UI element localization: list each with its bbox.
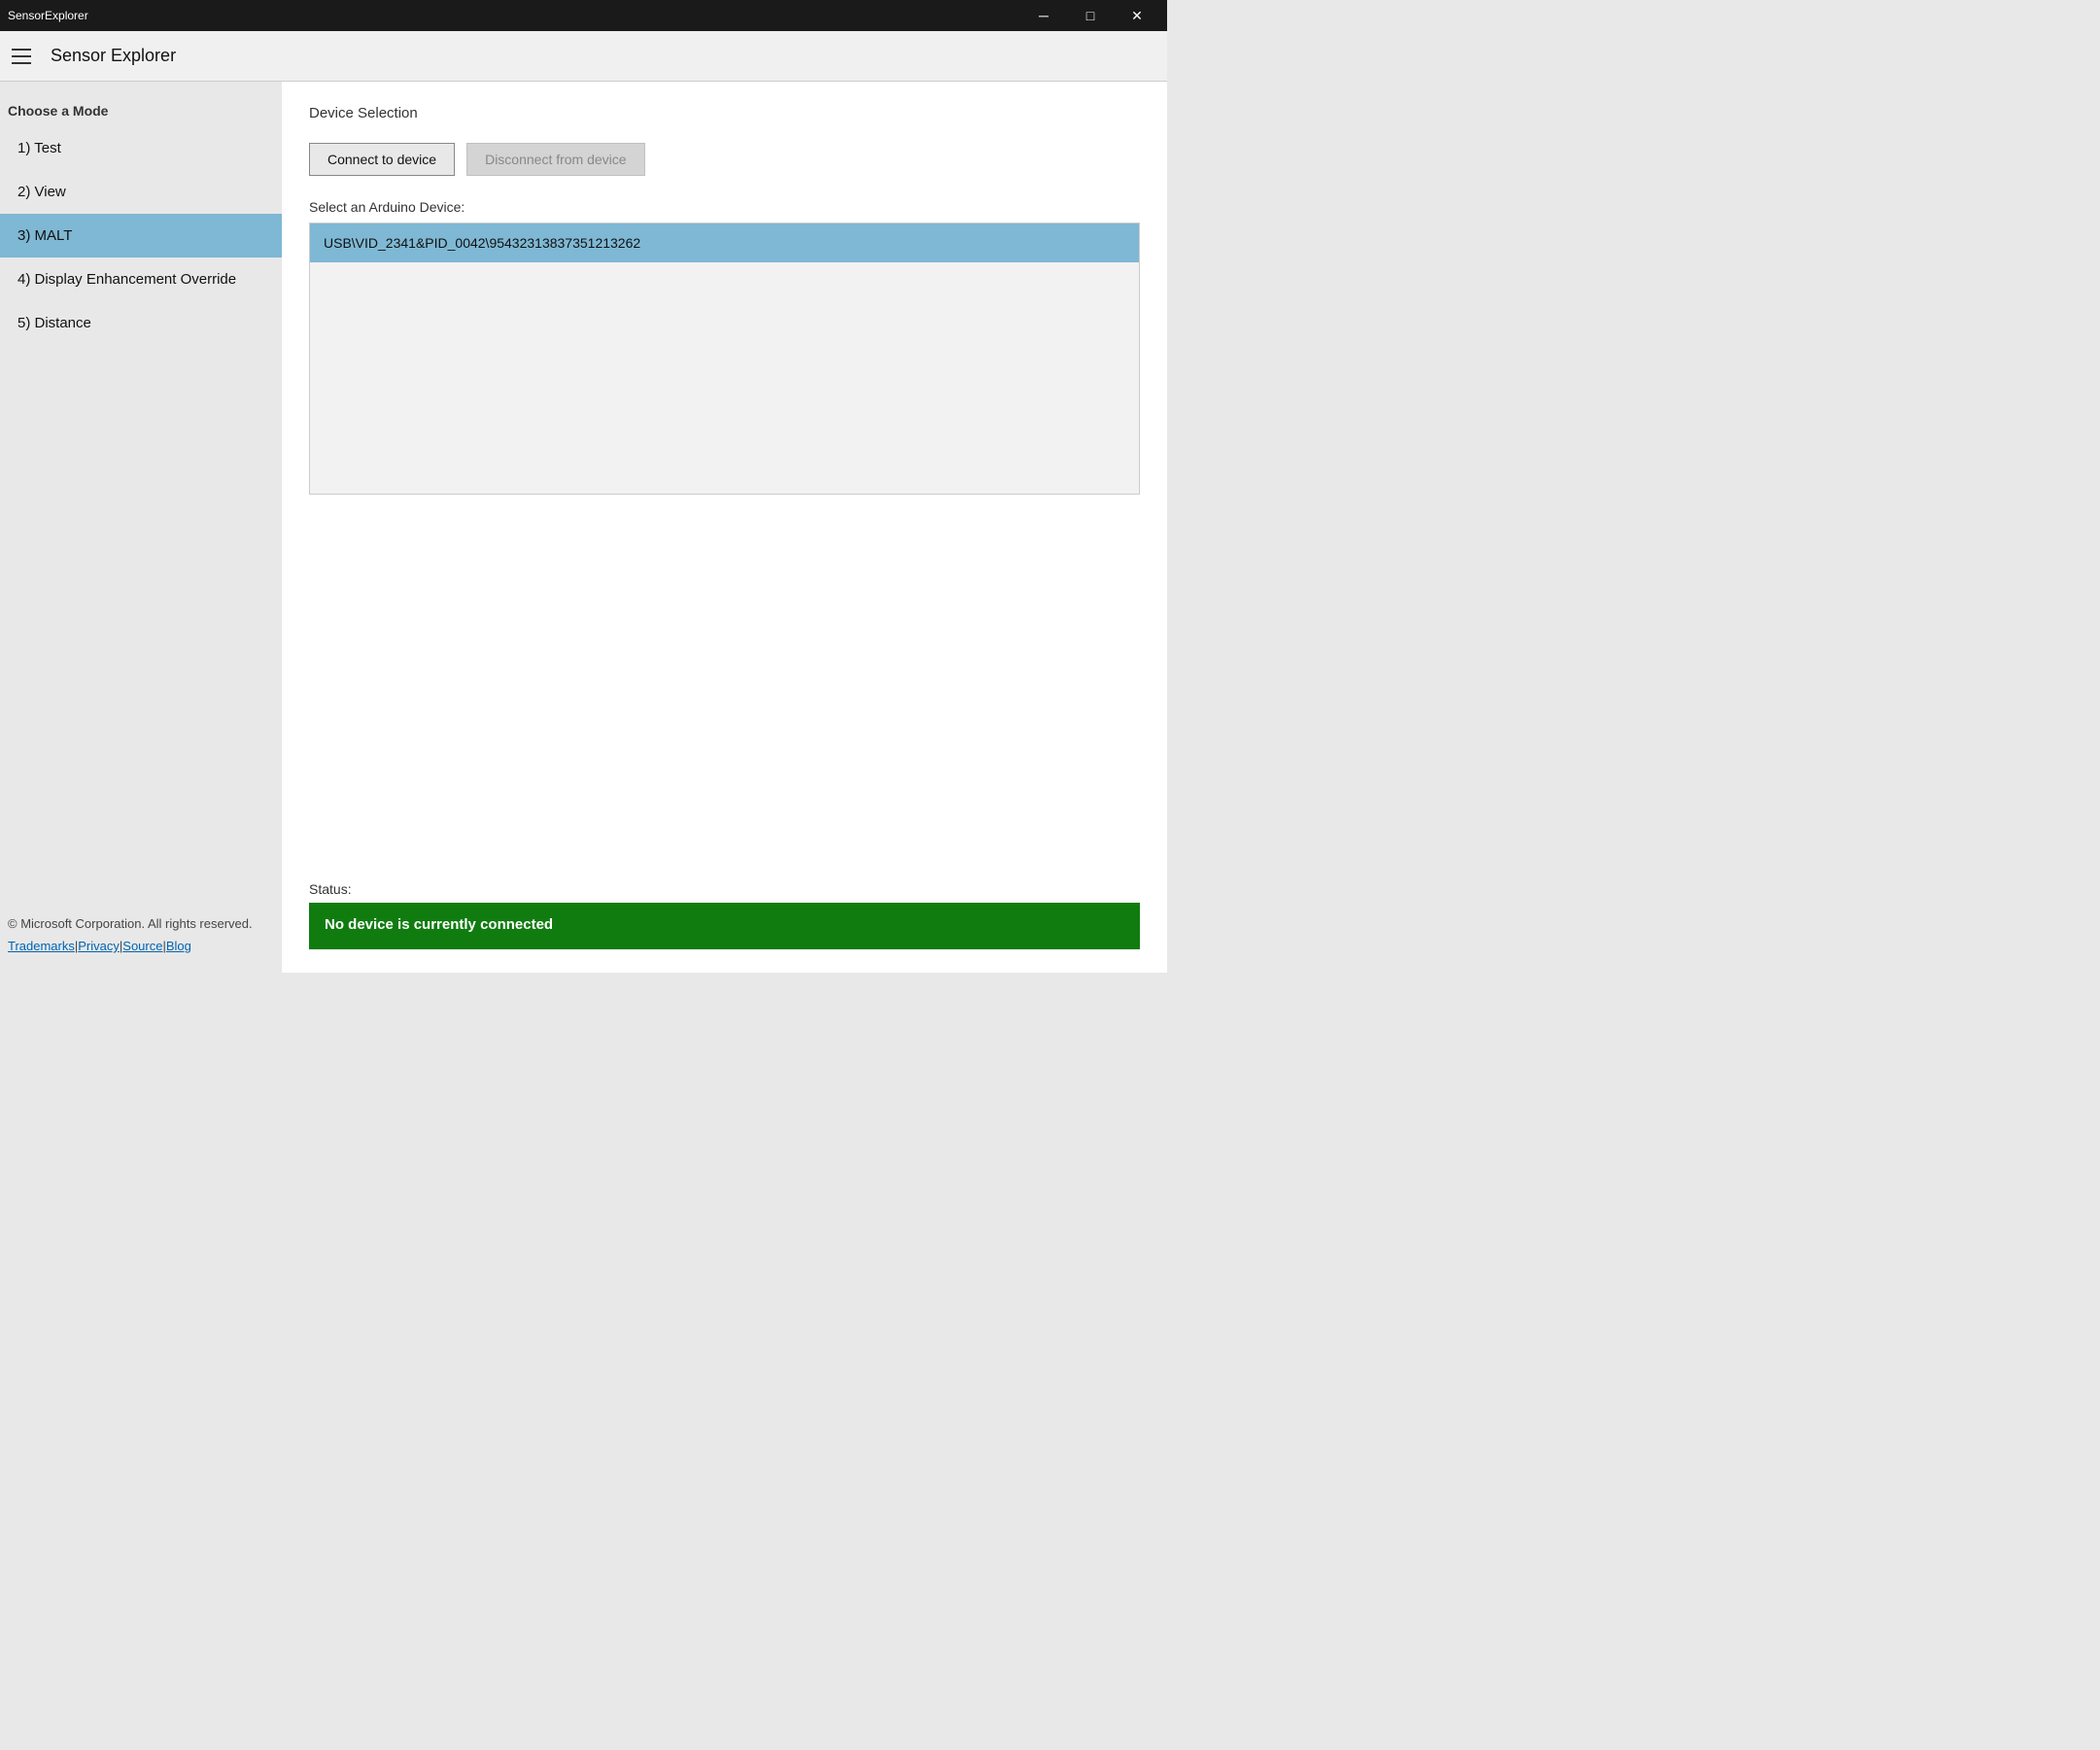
content-area: Device Selection Connect to device Disco… xyxy=(282,82,1167,973)
sidebar-item-test[interactable]: 1) Test xyxy=(0,126,282,170)
hamburger-menu[interactable] xyxy=(12,43,39,70)
hamburger-line-1 xyxy=(12,49,31,51)
status-label: Status: xyxy=(309,881,1140,897)
minimize-button[interactable]: ─ xyxy=(1021,0,1066,31)
status-section: Status: No device is currently connected xyxy=(309,862,1140,949)
main-layout: Choose a Mode 1) Test 2) View 3) MALT 4)… xyxy=(0,82,1167,973)
connect-button[interactable]: Connect to device xyxy=(309,143,455,176)
sidebar-item-malt[interactable]: 3) MALT xyxy=(0,214,282,257)
disconnect-button[interactable]: Disconnect from device xyxy=(466,143,645,176)
device-selection-title: Device Selection xyxy=(309,105,1140,121)
title-bar-controls: ─ □ ✕ xyxy=(1021,0,1159,31)
sidebar-item-display[interactable]: 4) Display Enhancement Override xyxy=(0,257,282,301)
hamburger-line-2 xyxy=(12,55,31,57)
status-bar: No device is currently connected xyxy=(309,903,1140,949)
footer-links: Trademarks|Privacy|Source|Blog xyxy=(0,935,282,957)
privacy-link[interactable]: Privacy xyxy=(78,939,120,953)
copyright-text: © Microsoft Corporation. All rights rese… xyxy=(0,905,282,935)
sidebar-item-view[interactable]: 2) View xyxy=(0,170,282,214)
app-title: Sensor Explorer xyxy=(51,46,176,66)
title-bar: SensorExplorer ─ □ ✕ xyxy=(0,0,1167,31)
close-button[interactable]: ✕ xyxy=(1115,0,1159,31)
select-device-label: Select an Arduino Device: xyxy=(309,199,1140,215)
device-list-item[interactable]: USB\VID_2341&PID_0042\954323138373512132… xyxy=(310,223,1139,262)
app-name-title: SensorExplorer xyxy=(8,9,88,22)
sidebar-nav: Choose a Mode 1) Test 2) View 3) MALT 4)… xyxy=(0,82,282,345)
sidebar: Choose a Mode 1) Test 2) View 3) MALT 4)… xyxy=(0,82,282,973)
trademarks-link[interactable]: Trademarks xyxy=(8,939,75,953)
device-list-empty-space xyxy=(310,262,1139,476)
button-row: Connect to device Disconnect from device xyxy=(309,143,1140,176)
maximize-button[interactable]: □ xyxy=(1068,0,1113,31)
sidebar-footer-section: © Microsoft Corporation. All rights rese… xyxy=(0,905,282,957)
hamburger-line-3 xyxy=(12,62,31,64)
source-link[interactable]: Source xyxy=(122,939,162,953)
app-header: Sensor Explorer xyxy=(0,31,1167,82)
title-bar-left: SensorExplorer xyxy=(8,9,88,22)
sidebar-item-distance[interactable]: 5) Distance xyxy=(0,301,282,345)
sidebar-mode-label: Choose a Mode xyxy=(0,93,282,126)
device-list: USB\VID_2341&PID_0042\954323138373512132… xyxy=(309,223,1140,495)
blog-link[interactable]: Blog xyxy=(166,939,191,953)
